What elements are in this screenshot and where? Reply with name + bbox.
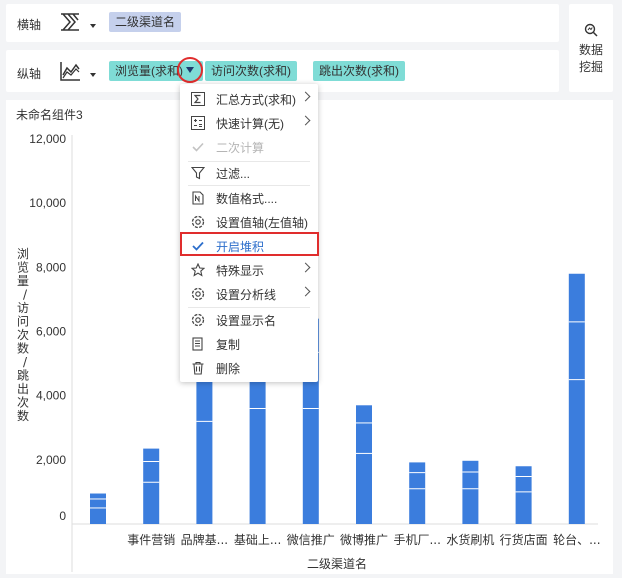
- pill-dropdown-arrow-icon[interactable]: [186, 67, 194, 73]
- chevron-down-icon: [90, 24, 96, 28]
- trash-icon: [192, 361, 204, 375]
- menu-item-special-display[interactable]: 特殊显示: [180, 259, 318, 281]
- menu-item-copy[interactable]: 复制: [180, 333, 318, 355]
- data-mining-button[interactable]: 数据 挖掘: [569, 4, 613, 92]
- copy-icon: [192, 337, 203, 351]
- chevron-down-icon: [90, 73, 96, 77]
- calculator-icon: [191, 116, 205, 130]
- sigma-icon: [191, 92, 205, 106]
- widget-title: 未命名组件3: [16, 108, 83, 122]
- menu-item-quick-calc[interactable]: 快速计算(无): [180, 112, 318, 134]
- chevron-right-icon: [300, 286, 311, 297]
- y-axis-label: 纵轴: [17, 67, 42, 81]
- check-icon: [192, 142, 204, 152]
- stacking-callout-box: [180, 232, 319, 256]
- menu-item-value-axis[interactable]: 设置值轴(左值轴): [180, 211, 318, 233]
- chevron-right-icon: [300, 262, 311, 273]
- menu-item-secondary-calc: 二次计算: [180, 136, 318, 158]
- y-axis-field-pill-bounces[interactable]: 跳出次数(求和): [313, 61, 405, 81]
- menu-divider: [188, 307, 310, 308]
- gear-icon: [191, 313, 205, 327]
- search-analyze-icon: [584, 23, 598, 37]
- menu-divider: [188, 185, 310, 186]
- filter-icon: [191, 166, 205, 180]
- line-chart-icon: [60, 62, 80, 81]
- y-axis-field-pill-visits[interactable]: 访问次数(求和): [205, 61, 297, 81]
- y-axis-type-selector[interactable]: [58, 59, 100, 85]
- x-axis-field-pill[interactable]: 二级渠道名: [109, 12, 182, 32]
- x-axis-label: 横轴: [17, 18, 42, 32]
- menu-item-analysis-line[interactable]: 设置分析线: [180, 283, 318, 305]
- data-mining-label: 数据 挖掘: [578, 43, 603, 74]
- gear-icon: [191, 215, 205, 229]
- gear-icon: [191, 287, 205, 301]
- menu-item-aggregation[interactable]: 汇总方式(求和): [180, 88, 318, 110]
- dimension-axis-icon: [61, 13, 79, 31]
- x-axis-type-selector[interactable]: [58, 10, 100, 36]
- menu-item-delete[interactable]: 删除: [180, 357, 318, 379]
- menu-item-number-format[interactable]: 数值格式....: [180, 187, 318, 209]
- x-axis-row: 横轴 二级渠道名: [6, 4, 559, 42]
- menu-item-display-name[interactable]: 设置显示名: [180, 309, 318, 331]
- star-icon: [191, 263, 205, 277]
- menu-item-filter[interactable]: 过滤...: [180, 162, 318, 184]
- chevron-right-icon: [300, 91, 311, 102]
- number-format-icon: [192, 191, 204, 205]
- chevron-right-icon: [300, 115, 311, 126]
